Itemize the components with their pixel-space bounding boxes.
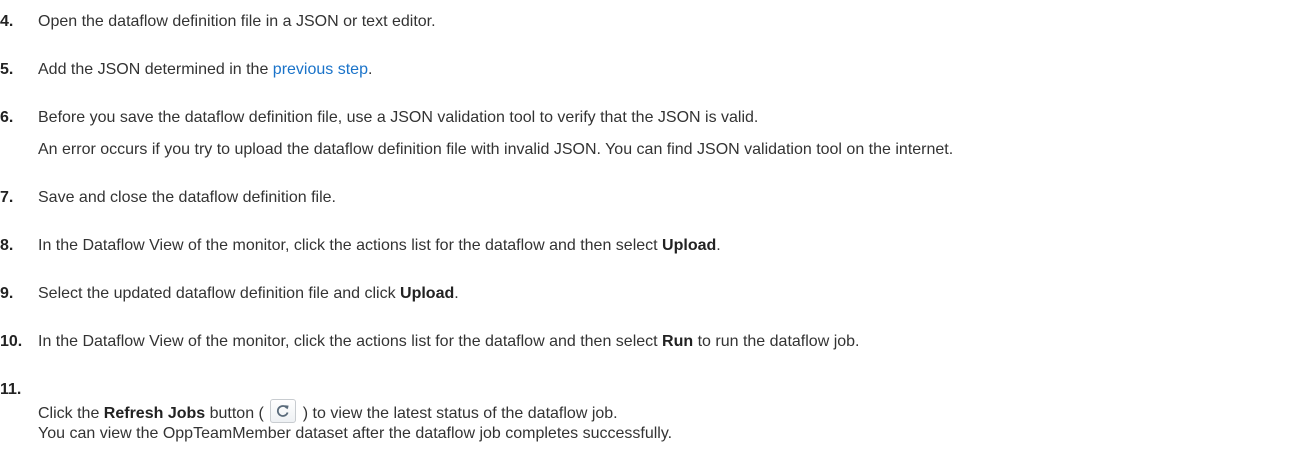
- step-text-part: .: [367, 61, 373, 78]
- step-11-note: You can view the OppTeamMember dataset a…: [38, 425, 673, 442]
- step-text-part: Click the: [38, 405, 104, 423]
- step-number: 10.: [0, 333, 23, 350]
- step-text-part: Select the updated dataflow definition f…: [38, 285, 401, 302]
- step-text: In the Dataflow View of the monitor, cli…: [38, 236, 721, 256]
- refresh-jobs-button: [270, 399, 297, 423]
- refresh-jobs-label: Refresh Jobs: [103, 405, 206, 423]
- step-6-note: An error occurs if you try to upload the…: [38, 141, 954, 158]
- run-action-label: Run: [662, 333, 694, 350]
- previous-step-link[interactable]: previous step: [273, 61, 368, 78]
- step-text: Open the dataflow definition file in a J…: [38, 13, 436, 30]
- step-text-part: button (: [205, 405, 269, 423]
- step-number: 8.: [0, 237, 14, 254]
- step-text: Save and close the dataflow definition f…: [38, 189, 336, 206]
- step-text-part: In the Dataflow View of the monitor, cli…: [38, 333, 663, 350]
- step-number: 7.: [0, 189, 14, 206]
- step-text-part: Add the JSON determined in the: [38, 61, 273, 78]
- step-text: Before you save the dataflow definition …: [38, 109, 759, 126]
- step-text: Add the JSON determined in the previous …: [38, 60, 372, 80]
- step-text-part: ) to view the latest status of the dataf…: [298, 405, 618, 423]
- step-number: 4.: [0, 13, 14, 30]
- refresh-icon: [277, 405, 289, 417]
- step-text-part: to run the dataflow job.: [693, 333, 860, 350]
- step-text-part: .: [454, 285, 459, 302]
- step-text-part: .: [716, 237, 721, 254]
- document-body: 4. Open the dataflow definition file in …: [0, 0, 1315, 470]
- step-number: 5.: [0, 61, 14, 78]
- step-text-part: In the Dataflow View of the monitor, cli…: [38, 237, 663, 254]
- step-number: 6.: [0, 109, 14, 126]
- step-text: In the Dataflow View of the monitor, cli…: [38, 332, 859, 352]
- step-11-text: Click the Refresh Jobs button ( ) to vie…: [38, 399, 618, 426]
- step-number: 9.: [0, 285, 14, 302]
- upload-action-label: Upload: [662, 237, 717, 254]
- upload-button-label: Upload: [400, 285, 455, 302]
- step-number: 11.: [0, 381, 22, 398]
- step-text: Select the updated dataflow definition f…: [38, 284, 459, 304]
